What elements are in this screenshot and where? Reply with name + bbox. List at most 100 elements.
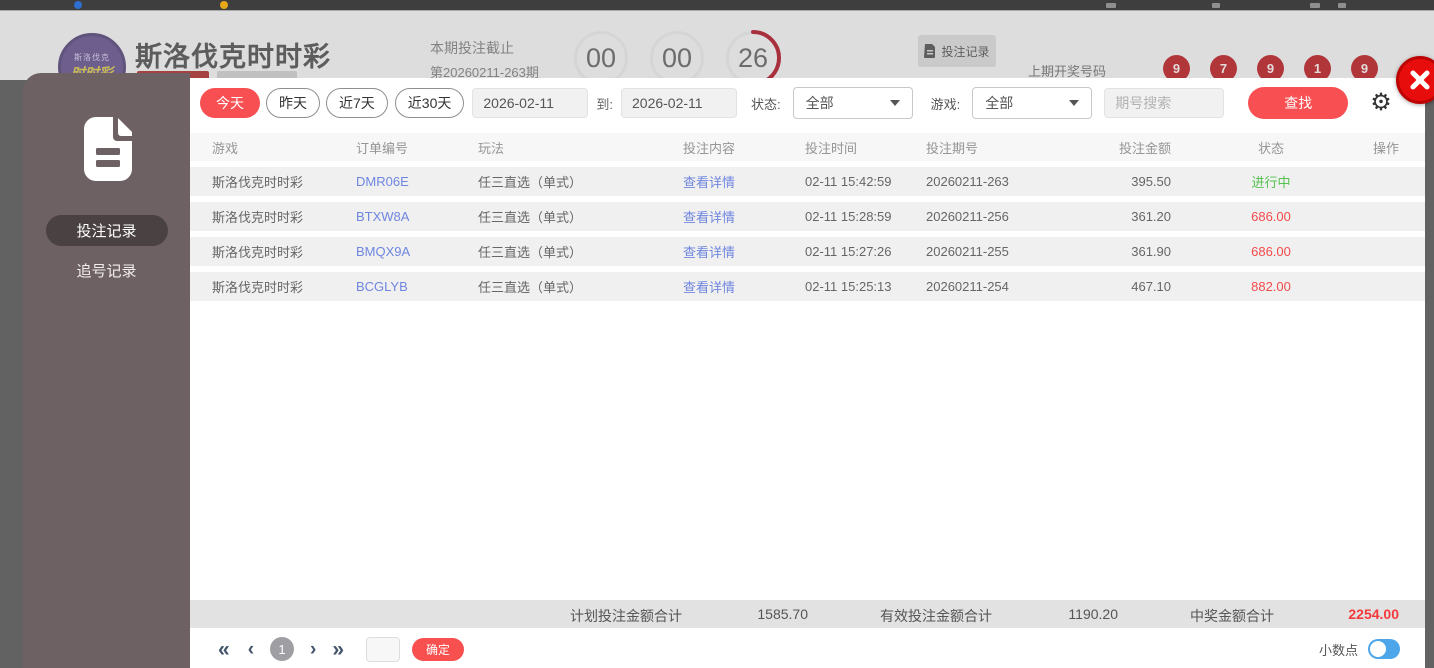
status-select[interactable]: 全部	[792, 87, 913, 119]
browser-icon-gray1	[1106, 3, 1116, 8]
confirm-button[interactable]: 确定	[412, 637, 465, 661]
sidebar-item-bet-records-label: 投注记录	[76, 223, 137, 240]
cell-status: 进行中	[1251, 175, 1291, 190]
table-row: 斯洛伐克时时彩 BTXW8A 任三直选（单式） 查看详情 02-11 15:28…	[190, 202, 1425, 231]
date-to-label: 到:	[596, 96, 613, 112]
cell-period: 20260211-263	[926, 174, 1009, 189]
decimal-label: 小数点	[1318, 642, 1358, 658]
draw-ball: 7	[1210, 55, 1237, 80]
browser-icon-gray3	[1310, 3, 1320, 8]
valid-total-label: 有效投注金额合计	[880, 608, 992, 624]
close-icon	[1410, 70, 1430, 90]
current-page-indicator[interactable]: 1	[270, 637, 295, 661]
cell-time: 02-11 15:27:26	[805, 244, 892, 259]
cell-play: 任三直选（单式）	[478, 245, 583, 260]
cell-order-link[interactable]: DMR06E	[356, 174, 478, 189]
game-select[interactable]: 全部	[972, 87, 1093, 119]
lottery-logo-text-top: 斯洛伐克	[74, 52, 110, 62]
col-bet-period: 投注期号	[926, 140, 979, 156]
cell-status: 686.00	[1251, 244, 1291, 259]
quick-filter-today[interactable]: 今天	[200, 88, 260, 118]
cell-status: 686.00	[1251, 209, 1291, 224]
quick-filter-yesterday[interactable]: 昨天	[266, 88, 320, 118]
view-details-link[interactable]: 查看详情	[683, 172, 805, 191]
table-row: 斯洛伐克时时彩 BCGLYB 任三直选（单式） 查看详情 02-11 15:25…	[190, 272, 1425, 301]
plan-total-value: 1585.70	[757, 606, 808, 622]
decimal-toggle-group: 小数点	[1319, 639, 1425, 659]
browser-strip	[0, 0, 1434, 10]
table-row: 斯洛伐克时时彩 BMQX9A 任三直选（单式） 查看详情 02-11 15:27…	[190, 237, 1425, 266]
sidebar-item-chase-records-label: 追号记录	[76, 263, 137, 280]
game-select-value: 全部	[985, 95, 1014, 111]
cell-amount: 467.10	[1131, 279, 1171, 294]
date-from-input[interactable]	[472, 88, 589, 118]
summary-bar: 计划投注金额合计 1585.70 有效投注金额合计 1190.20 中奖金额合计…	[190, 600, 1425, 628]
page-jump-input[interactable]	[366, 636, 401, 662]
sidebar-item-bet-records[interactable]: 投注记录	[45, 215, 168, 246]
chevron-down-icon	[1069, 100, 1080, 106]
cell-play: 任三直选（单式）	[478, 175, 583, 190]
record-modal-sidebar: 投注记录 追号记录	[23, 73, 190, 668]
first-page-button[interactable]: «	[218, 639, 230, 660]
col-bet-content: 投注内容	[683, 140, 736, 156]
cell-amount: 361.20	[1131, 209, 1171, 224]
pagination-bar: « ‹ 1 › » 确定 小数点	[190, 630, 1425, 668]
plan-total-label: 计划投注金额合计	[570, 608, 682, 624]
document-icon	[924, 44, 936, 58]
view-details-link[interactable]: 查看详情	[683, 207, 805, 226]
browser-icon-blue	[74, 1, 82, 9]
browser-icon-gray2	[1212, 3, 1220, 8]
toggle-knob	[1370, 641, 1386, 657]
countdown: 00 00 26	[574, 30, 781, 80]
col-actions: 操作	[1372, 140, 1399, 156]
table-row: 斯洛伐克时时彩 DMR06E 任三直选（单式） 查看详情 02-11 15:42…	[190, 167, 1425, 196]
chevron-down-icon	[889, 100, 900, 106]
lottery-page-header: 斯洛伐克 时时彩 斯洛伐克时时彩 本期投注截止 第20260211-263期 0…	[0, 10, 1434, 80]
view-details-link[interactable]: 查看详情	[683, 277, 805, 296]
table-header: 游戏 订单编号 玩法 投注内容 投注时间 投注期号 投注金额 状态 操作	[190, 133, 1425, 161]
quick-filter-7days[interactable]: 近7天	[326, 88, 388, 118]
col-game: 游戏	[212, 140, 239, 156]
cell-order-link[interactable]: BCGLYB	[356, 279, 478, 294]
cell-order-link[interactable]: BTXW8A	[356, 209, 478, 224]
status-select-value: 全部	[805, 95, 834, 111]
countdown-seconds-tens-value: 00	[661, 42, 693, 73]
cell-amount: 395.50	[1131, 174, 1171, 189]
decimal-toggle[interactable]	[1368, 639, 1400, 659]
cell-order-link[interactable]: BMQX9A	[356, 244, 478, 259]
screen: 斯洛伐克 时时彩 斯洛伐克时时彩 本期投注截止 第20260211-263期 0…	[0, 0, 1434, 668]
table-body: 斯洛伐克时时彩 DMR06E 任三直选（单式） 查看详情 02-11 15:42…	[190, 167, 1425, 307]
col-bet-time: 投注时间	[805, 140, 858, 156]
prev-page-button[interactable]: ‹	[248, 640, 254, 659]
period-search-input[interactable]	[1104, 88, 1225, 118]
game-filter-label: 游戏:	[930, 96, 961, 112]
valid-total-value: 1190.20	[1068, 606, 1118, 622]
bet-record-button[interactable]: 投注记录	[918, 35, 996, 67]
countdown-minutes: 00	[574, 31, 628, 80]
countdown-seconds-tens: 00	[650, 31, 704, 80]
sidebar-item-chase-records[interactable]: 追号记录	[23, 260, 190, 281]
countdown-seconds: 26	[725, 30, 781, 80]
cell-period: 20260211-256	[926, 209, 1009, 224]
win-total-value: 2254.00	[1348, 606, 1399, 622]
cell-game: 斯洛伐克时时彩	[212, 175, 304, 190]
view-details-link[interactable]: 查看详情	[683, 242, 805, 261]
last-page-button[interactable]: »	[332, 639, 344, 660]
quick-filter-30days[interactable]: 近30天	[394, 88, 465, 118]
draw-ball: 1	[1304, 55, 1331, 80]
browser-icon-gray4	[1338, 3, 1346, 8]
draw-ball: 9	[1257, 55, 1284, 80]
countdown-progress-arc	[725, 30, 781, 80]
next-page-button[interactable]: ›	[310, 640, 316, 659]
cell-period: 20260211-255	[926, 244, 1009, 259]
cell-play: 任三直选（单式）	[478, 210, 583, 225]
draw-ball: 9	[1351, 55, 1378, 80]
settings-gear-icon[interactable]: ⚙	[1370, 91, 1392, 115]
bet-record-button-label: 投注记录	[941, 44, 990, 59]
search-button[interactable]: 查找	[1248, 87, 1349, 119]
lottery-title: 斯洛伐克时时彩	[135, 42, 331, 72]
cell-time: 02-11 15:25:13	[805, 279, 892, 294]
countdown-minutes-value: 00	[585, 42, 617, 73]
cell-period: 20260211-254	[926, 279, 1009, 294]
date-to-input[interactable]	[621, 88, 737, 118]
